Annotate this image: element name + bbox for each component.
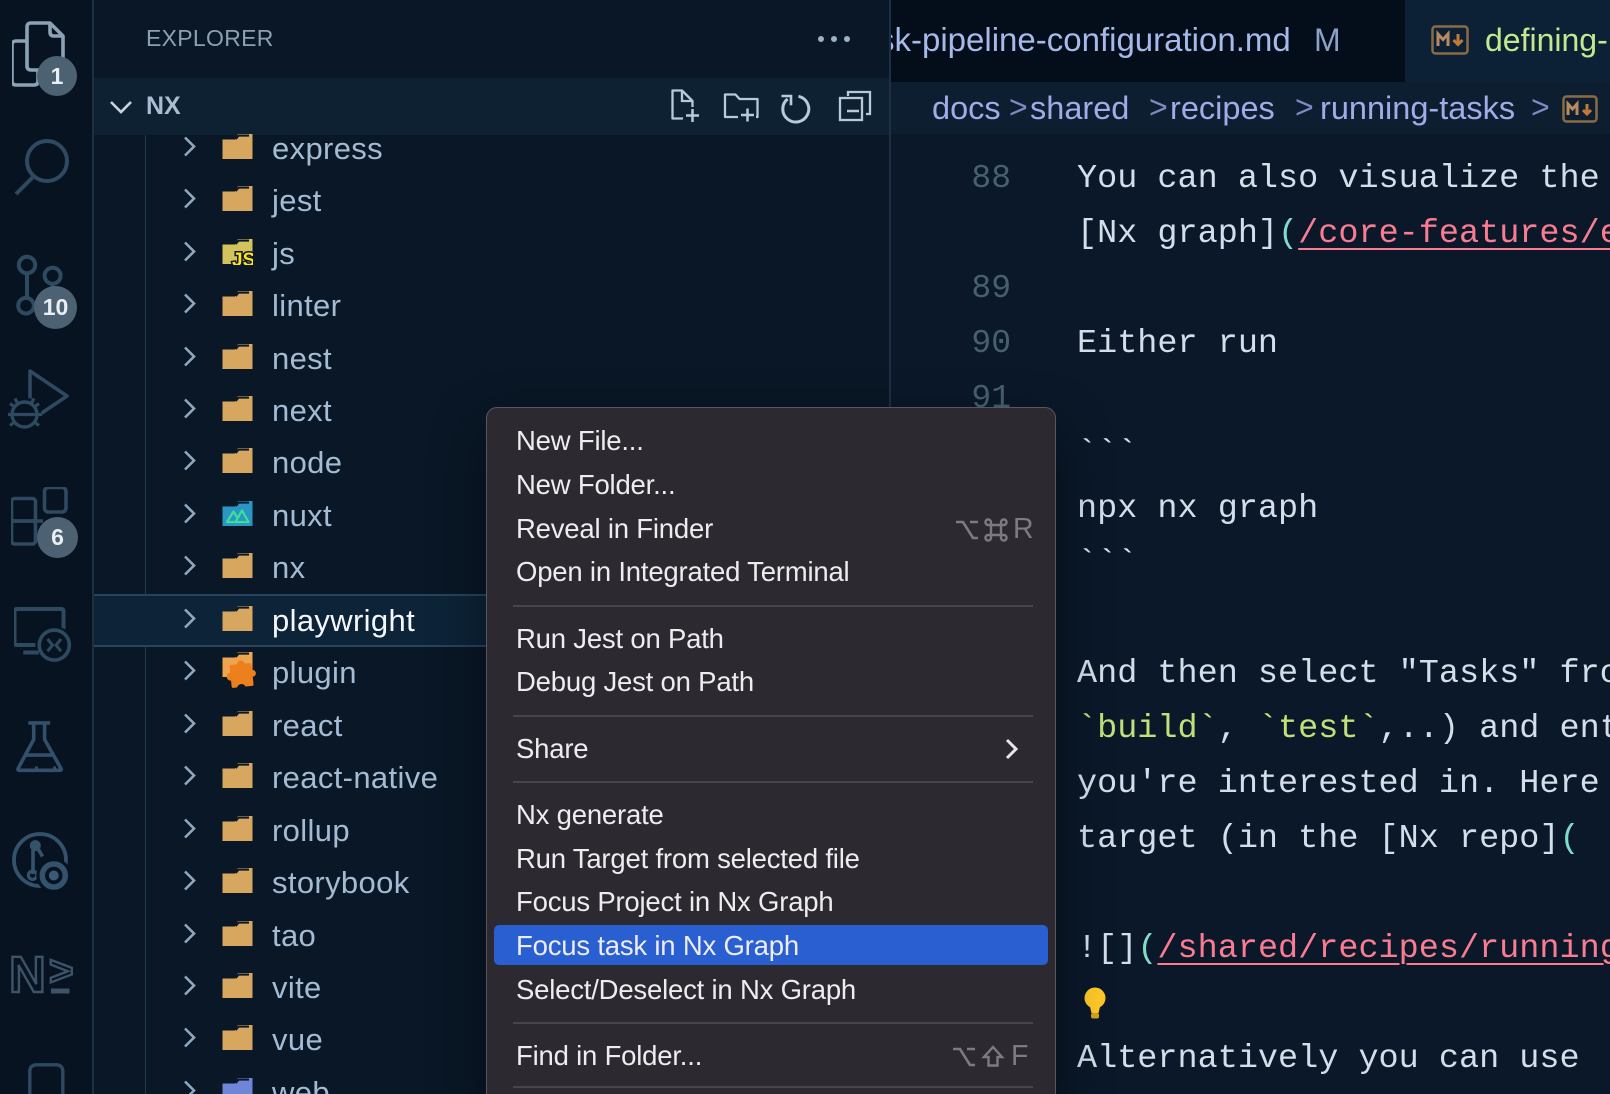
svg-text:N: N	[11, 948, 46, 998]
svg-text:JS: JS	[232, 250, 253, 265]
svg-text:>: >	[49, 948, 74, 994]
